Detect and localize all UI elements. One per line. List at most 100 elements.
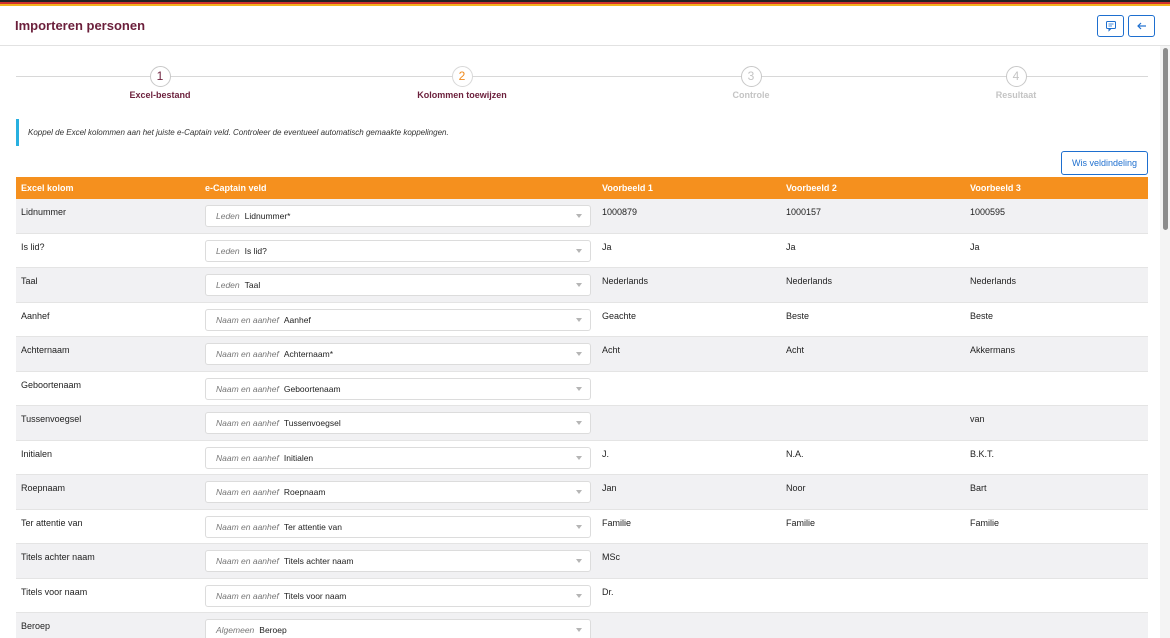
field-value: Initialen — [283, 452, 314, 463]
chevron-down-icon[interactable] — [576, 455, 582, 460]
header-voorbeeld-2: Voorbeeld 2 — [786, 183, 837, 193]
chevron-down-icon[interactable] — [576, 490, 582, 494]
example-1: Dr. — [602, 586, 614, 597]
example-1: MSc — [602, 552, 620, 562]
excel-column-name: Aanhef — [21, 310, 50, 321]
field-value: Lidnummer* — [244, 211, 291, 221]
field-group: Naam en aanhef — [216, 314, 279, 325]
info-text: Koppel de Excel kolommen aan het juiste … — [28, 128, 449, 137]
chevron-down-icon[interactable] — [576, 317, 582, 322]
comment-icon — [1105, 21, 1116, 32]
table-row: Achternaam Naam en aanhef Achternaam* Acht A… — [16, 337, 1148, 372]
scrollbar-thumb[interactable] — [1163, 48, 1168, 230]
example-1: Geachte — [602, 310, 637, 321]
field-group: Algemeen — [216, 625, 255, 635]
chevron-down-icon[interactable] — [576, 524, 582, 529]
example-1: J. — [602, 448, 610, 459]
field-select[interactable]: Naam en aanhef Geboortenaam — [205, 377, 591, 400]
example-1: 1000879 — [602, 207, 638, 217]
chevron-down-icon[interactable] — [576, 283, 582, 287]
table-row: Aanhef Naam en aanhef Aanhef Geachte Beste Be… — [16, 302, 1148, 337]
example-3: Familie — [970, 517, 1000, 528]
field-value: Taal — [244, 280, 261, 290]
chevron-down-icon[interactable] — [576, 628, 582, 632]
excel-column-name: Beroep — [21, 621, 51, 631]
step-label: Excel-bestand — [129, 90, 191, 100]
chevron-down-icon[interactable] — [576, 248, 582, 253]
excel-column-name: Geboortenaam — [21, 379, 82, 390]
example-2: Familie — [786, 517, 816, 528]
example-1: Nederlands — [602, 276, 649, 286]
step-excel-bestand[interactable]: 1 Excel-bestand — [80, 66, 240, 100]
chevron-down-icon[interactable] — [576, 352, 582, 356]
field-select[interactable]: Naam en aanhef Ter attentie van — [205, 515, 591, 538]
step-resultaat: 4 Resultaat — [936, 66, 1096, 100]
field-select[interactable]: Naam en aanhef Titels achter naam — [205, 550, 591, 572]
field-value: Geboortenaam — [283, 383, 341, 394]
step-kolommen-toewijzen[interactable]: 2 Kolommen toewijzen — [382, 66, 542, 100]
example-2: Noor — [786, 483, 806, 493]
field-select[interactable]: Algemeen Beroep — [205, 619, 591, 638]
table-row: Titels achter naam Naam en aanhef Titels a… — [16, 544, 1148, 579]
excel-column-name: Taal — [21, 276, 38, 286]
excel-column-name: Tussenvoegsel — [21, 414, 82, 424]
field-value: Achternaam* — [283, 349, 333, 359]
example-3: Nederlands — [970, 276, 1017, 286]
chevron-down-icon[interactable] — [576, 593, 582, 598]
field-select[interactable]: Naam en aanhef Titels voor naam — [205, 584, 591, 607]
step-number: 2 — [451, 66, 473, 87]
field-group: Leden — [216, 245, 240, 256]
example-2: Nederlands — [786, 276, 833, 286]
chevron-down-icon[interactable] — [576, 214, 582, 218]
step-label: Kolommen toewijzen — [417, 90, 507, 100]
field-value: Is lid? — [244, 245, 267, 256]
chevron-down-icon[interactable] — [576, 386, 582, 391]
field-select[interactable]: Naam en aanhef Initialen — [205, 446, 591, 469]
field-select[interactable]: Leden Taal — [205, 274, 591, 296]
back-button[interactable] — [1128, 15, 1155, 37]
field-group: Naam en aanhef — [216, 418, 279, 428]
example-2: Ja — [786, 241, 796, 252]
field-select[interactable]: Naam en aanhef Achternaam* — [205, 343, 591, 365]
example-3: Ja — [970, 241, 980, 252]
step-label: Controle — [732, 90, 770, 100]
mapping-table: Excel kolom e-Captain veld Voorbeeld 1 V… — [16, 177, 1148, 638]
field-select[interactable]: Leden Is lid? — [205, 239, 591, 262]
example-3: 1000595 — [970, 207, 1006, 217]
field-value: Titels achter naam — [283, 556, 354, 566]
table-row: Geboortenaam Naam en aanhef Geboortenaam — [16, 371, 1148, 406]
chevron-down-icon[interactable] — [576, 559, 582, 563]
example-3: B.K.T. — [970, 448, 995, 459]
field-group: Naam en aanhef — [216, 487, 279, 497]
table-row: Beroep Algemeen Beroep — [16, 613, 1148, 638]
excel-column-name: Is lid? — [21, 241, 45, 252]
header-excel-kolom: Excel kolom — [21, 183, 74, 193]
field-select[interactable]: Naam en aanhef Roepnaam — [205, 481, 591, 503]
table-row: Roepnaam Naam en aanhef Roepnaam Jan Noor Bar… — [16, 475, 1148, 510]
field-value: Ter attentie van — [283, 521, 342, 532]
field-group: Naam en aanhef — [216, 556, 279, 566]
excel-column-name: Titels voor naam — [21, 586, 88, 597]
excel-column-name: Achternaam — [21, 345, 70, 355]
comment-button[interactable] — [1097, 15, 1124, 37]
info-message: Koppel de Excel kolommen aan het juiste … — [16, 119, 449, 146]
field-select[interactable]: Naam en aanhef Tussenvoegsel — [205, 412, 591, 434]
table-row: Lidnummer Leden Lidnummer* 1000879 1000157 10… — [16, 199, 1148, 234]
page-header: Importeren personen — [0, 6, 1170, 46]
table-row: Ter attentie van Naam en aanhef Ter attent… — [16, 509, 1148, 544]
field-select[interactable]: Naam en aanhef Aanhef — [205, 308, 591, 331]
arrow-left-icon — [1136, 22, 1146, 30]
field-value: Roepnaam — [283, 487, 326, 497]
excel-column-name: Roepnaam — [21, 483, 66, 493]
clear-mapping-button[interactable]: Wis veldindeling — [1061, 151, 1148, 175]
step-number: 3 — [740, 66, 762, 87]
field-group: Naam en aanhef — [216, 349, 279, 359]
example-3: Bart — [970, 483, 987, 493]
wizard-stepper: 1 Excel-bestand 2 Kolommen toewijzen 3 C… — [16, 66, 1148, 106]
excel-column-name: Ter attentie van — [21, 517, 83, 528]
header-voorbeeld-1: Voorbeeld 1 — [602, 183, 653, 193]
field-value: Tussenvoegsel — [283, 418, 341, 428]
header-ecaptain-veld: e-Captain veld — [205, 183, 267, 193]
field-select[interactable]: Leden Lidnummer* — [205, 205, 591, 227]
chevron-down-icon[interactable] — [576, 421, 582, 425]
